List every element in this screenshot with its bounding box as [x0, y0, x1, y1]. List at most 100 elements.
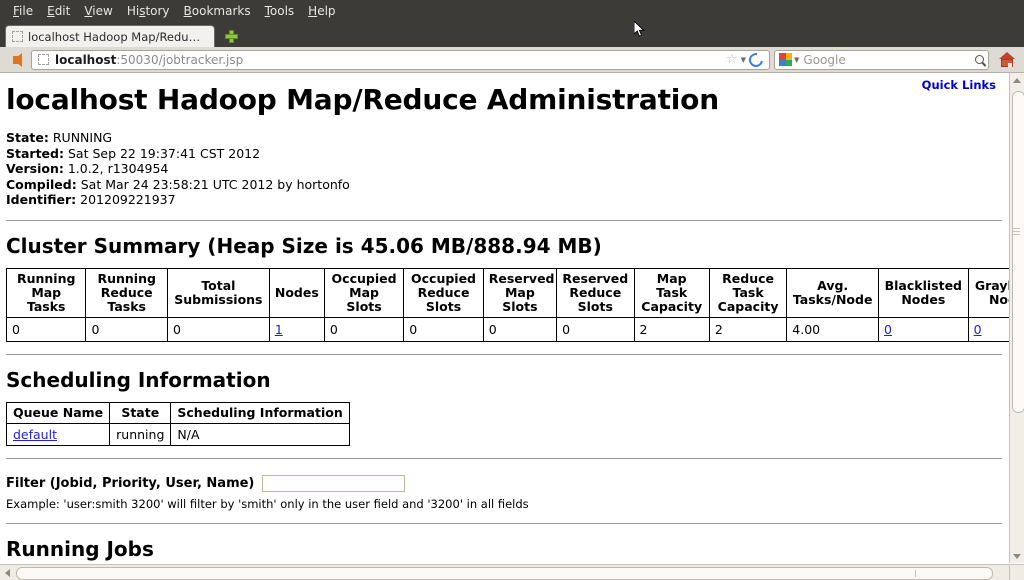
- status-line-state: State: RUNNING: [6, 130, 1002, 146]
- separator-scheduling: [6, 458, 1002, 459]
- vertical-scrollbar-thumb[interactable]: [1012, 91, 1024, 413]
- menu-item-history[interactable]: History: [120, 0, 177, 22]
- cell-value: 4.00: [787, 317, 879, 341]
- scroll-up-button[interactable]: [1010, 73, 1024, 87]
- menu-bar: File Edit View History Bookmarks Tools H…: [0, 0, 1024, 22]
- column-scheduling-information: Scheduling Information: [171, 402, 349, 423]
- cell-value: 0: [557, 317, 634, 341]
- column-header: Reserved Reduce Slots: [557, 268, 634, 317]
- cell-link[interactable]: 0: [884, 322, 892, 337]
- separator-filter: [6, 523, 1002, 524]
- horizontal-scrollbar-thumb[interactable]: [16, 567, 993, 580]
- separator-cluster: [6, 354, 1002, 355]
- cell-value[interactable]: 0: [878, 317, 968, 341]
- url-host: localhost: [55, 53, 116, 67]
- reload-icon[interactable]: [746, 50, 765, 69]
- menu-item-edit[interactable]: Edit: [40, 0, 77, 22]
- status-value-compiled: Sat Mar 24 23:58:21 UTC 2012 by hortonfo: [81, 177, 350, 192]
- cluster-summary-table: Running Map TasksRunning Reduce TasksTot…: [6, 268, 1010, 342]
- chevron-left-icon: [5, 569, 10, 577]
- menu-item-help[interactable]: Help: [301, 0, 342, 22]
- url-bar-actions: ☆ ▼: [726, 53, 765, 67]
- bookmark-star-icon[interactable]: ☆: [726, 53, 738, 66]
- column-state: State: [110, 402, 171, 423]
- search-bar[interactable]: ▼ Google: [774, 50, 989, 70]
- column-queue-name: Queue Name: [7, 402, 110, 423]
- column-header: Running Reduce Tasks: [86, 268, 168, 317]
- scheduling-header-row: Queue Name State Scheduling Information: [7, 402, 350, 423]
- menu-item-bookmarks[interactable]: Bookmarks: [177, 0, 258, 22]
- back-button[interactable]: [3, 53, 31, 67]
- menu-item-view[interactable]: View: [77, 0, 119, 22]
- horizontal-scrollbar[interactable]: [0, 564, 1024, 580]
- chevron-down-icon[interactable]: ▼: [741, 56, 746, 64]
- menu-item-file[interactable]: File: [6, 0, 40, 22]
- column-header: Running Map Tasks: [7, 268, 86, 317]
- column-header: Reduce Task Capacity: [709, 268, 786, 317]
- status-line-identifier: Identifier: 201209221937: [6, 192, 1002, 208]
- cell-value: 2: [634, 317, 709, 341]
- cell-value: 0: [324, 317, 403, 341]
- queue-link-default[interactable]: default: [13, 427, 57, 442]
- cell-value[interactable]: 1: [269, 317, 324, 341]
- magnifier-icon[interactable]: [975, 55, 984, 64]
- status-label-state: State:: [6, 130, 49, 145]
- tab-strip: localhost Hadoop Map/Reduce ...: [0, 22, 1024, 47]
- google-icon: [779, 53, 792, 66]
- cell-value: 0: [167, 317, 269, 341]
- search-input[interactable]: Google: [803, 53, 845, 67]
- status-label-identifier: Identifier:: [6, 192, 76, 207]
- scrollbar-grip-icon: [1013, 228, 1020, 233]
- back-arrow-icon: [13, 53, 22, 67]
- vertical-scrollbar[interactable]: [1009, 73, 1024, 563]
- cell-value[interactable]: 0: [968, 317, 1010, 341]
- status-line-compiled: Compiled: Sat Mar 24 23:58:21 UTC 2012 b…: [6, 177, 1002, 193]
- filter-row: Filter (Jobid, Priority, User, Name): [6, 475, 1002, 492]
- home-icon: [999, 52, 1016, 67]
- status-label-compiled: Compiled:: [6, 177, 77, 192]
- tab-jobtracker[interactable]: localhost Hadoop Map/Reduce ...: [5, 25, 215, 47]
- status-value-started: Sat Sep 22 19:37:41 CST 2012: [68, 146, 260, 161]
- browser-window: File Edit View History Bookmarks Tools H…: [0, 0, 1024, 580]
- filter-label: Filter (Jobid, Priority, User, Name): [6, 476, 254, 491]
- url-bar[interactable]: localhost:50030/jobtracker.jsp ☆ ▼: [31, 50, 770, 70]
- cell-queue-name: default: [7, 423, 110, 445]
- home-button[interactable]: [993, 52, 1021, 67]
- cell-link[interactable]: 0: [974, 322, 982, 337]
- cell-value: 0: [483, 317, 556, 341]
- column-header: Blacklisted Nodes: [878, 268, 968, 317]
- column-header: Occupied Reduce Slots: [404, 268, 483, 317]
- jobtracker-page: Quick Links localhost Hadoop Map/Reduce …: [0, 73, 1010, 563]
- search-engine-chevron-icon[interactable]: ▼: [794, 56, 799, 64]
- scroll-left-button[interactable]: [0, 565, 14, 580]
- cell-value: 2: [709, 317, 786, 341]
- chevron-up-icon: [1013, 78, 1021, 83]
- cell-link[interactable]: 1: [275, 322, 283, 337]
- quick-links-link[interactable]: Quick Links: [922, 78, 996, 92]
- chevron-down-icon: [1013, 554, 1021, 559]
- status-value-identifier: 201209221937: [80, 192, 175, 207]
- running-jobs-heading: Running Jobs: [6, 537, 1002, 561]
- new-tab-button[interactable]: [218, 26, 244, 47]
- status-label-version: Version:: [6, 161, 64, 176]
- status-line-started: Started: Sat Sep 22 19:37:41 CST 2012: [6, 146, 1002, 162]
- separator-top: [6, 220, 1002, 221]
- column-header: Nodes: [269, 268, 324, 317]
- column-header: Graylisted Nodes: [968, 268, 1010, 317]
- plus-icon: [225, 30, 238, 43]
- cell-value: 0: [86, 317, 168, 341]
- cell-value: 0: [7, 317, 86, 341]
- filter-example-text: Example: 'user:smith 3200' will filter b…: [6, 497, 1002, 511]
- navigation-toolbar: localhost:50030/jobtracker.jsp ☆ ▼ ▼ Goo…: [0, 47, 1024, 73]
- cluster-summary-header-row: Running Map TasksRunning Reduce TasksTot…: [7, 268, 1011, 317]
- scroll-down-button[interactable]: [1010, 549, 1024, 563]
- cluster-summary-heading: Cluster Summary (Heap Size is 45.06 MB/8…: [6, 234, 1002, 258]
- horizontal-scrollbar-grip-icon: [915, 570, 920, 577]
- column-header: Occupied Map Slots: [324, 268, 403, 317]
- column-header: Map Task Capacity: [634, 268, 709, 317]
- scrollbar-corner: [1009, 564, 1024, 580]
- page-viewport: Quick Links localhost Hadoop Map/Reduce …: [0, 73, 1024, 580]
- filter-input[interactable]: [262, 475, 405, 492]
- column-header: Total Submissions: [167, 268, 269, 317]
- menu-item-tools[interactable]: Tools: [258, 0, 302, 22]
